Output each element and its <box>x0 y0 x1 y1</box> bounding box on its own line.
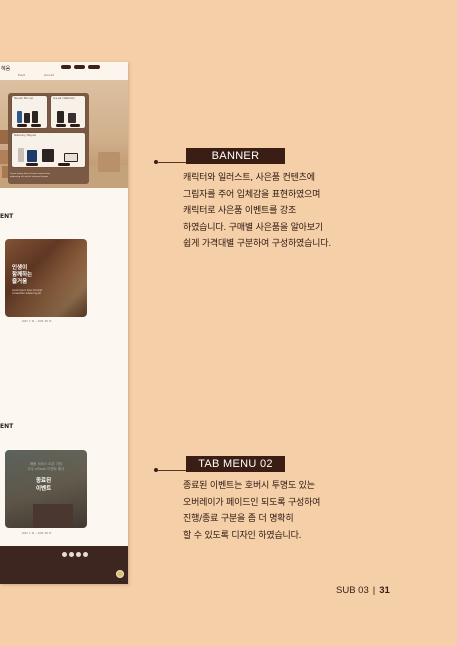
product-tumbler-icon <box>17 111 22 123</box>
product-notebook-icon <box>57 111 64 123</box>
page-footer: SUB 03 | 31 <box>336 585 390 596</box>
website-mockup: 혜움 Event Account Tea set / Mini cup Cup … <box>0 62 128 584</box>
mock-login-button[interactable] <box>61 65 71 69</box>
mock-footer <box>0 546 128 584</box>
ongoing-event-title-line: 즐거움 <box>12 279 28 285</box>
ended-event-title-line: 종료된 <box>36 478 52 484</box>
banner-character-icon <box>0 130 8 144</box>
ongoing-event-title-line: 인생이 <box>12 265 28 271</box>
product-mug-icon <box>27 150 37 162</box>
ended-event-book-stack-icon <box>33 504 73 528</box>
product-card-title: Tea set / Mini cup <box>14 97 33 100</box>
mock-join-button[interactable] <box>74 65 85 69</box>
mock-cart-button[interactable] <box>88 65 100 69</box>
tab-menu-leader-line <box>157 470 186 471</box>
ongoing-event-description: Lorem ipsum dolor sit amet consectetur a… <box>12 289 43 295</box>
product-bag-icon <box>42 149 54 162</box>
ongoing-event-date: 2023. 7. 01 ~ 2023. 08. 31 <box>22 320 52 323</box>
product-price-tag <box>26 163 38 166</box>
top-button-icon[interactable] <box>116 570 124 578</box>
mock-nav-item[interactable]: Account <box>44 74 54 77</box>
mock-nav-item[interactable]: Event <box>18 74 25 77</box>
ended-event-section-title: ENT <box>0 423 14 430</box>
tab-menu-label: TAB MENU 02 <box>186 456 285 472</box>
ended-event-date: 2023. 7. 01 ~ 2023. 08. 31 <box>22 532 52 535</box>
mock-banner: Tea set / Mini cup Cup set / Stationery … <box>0 80 128 188</box>
product-pouch-icon <box>68 113 76 123</box>
mock-header: 혜움 Event Account <box>0 62 128 80</box>
product-price-tag <box>58 163 70 166</box>
ongoing-event-section-title: ENT <box>0 213 14 220</box>
product-card-title: Cup set / Stationery <box>53 97 75 100</box>
footer-separator: | <box>372 585 376 596</box>
mock-logo: 혜움 <box>1 66 11 72</box>
product-bottle-icon <box>32 111 38 123</box>
ongoing-event-title-line: 함께하는 <box>12 272 33 278</box>
ended-event-title-line: 이벤트 <box>36 486 52 492</box>
tab-menu-description: 종료된 이벤트는 호버시 투명도 있는 오버레이가 페이드인 되도록 구성하여 … <box>183 481 321 541</box>
banner-caption: Lorem ipsum dolor sit amet consectetur a… <box>10 173 51 178</box>
ended-event-faded-line: 우두 eBook 이벤트 행사 <box>27 467 65 471</box>
banner-description: 캐릭터와 일러스트, 사은품 컨텐츠에 그림자를 주어 입체감을 표현하였으며 … <box>183 173 332 249</box>
social-icon[interactable] <box>76 552 81 557</box>
product-tumbler-icon <box>18 148 24 162</box>
product-card-set-icon <box>64 153 78 162</box>
social-icon[interactable] <box>69 552 74 557</box>
product-cup-icon <box>24 113 30 123</box>
product-price-tag <box>31 124 41 127</box>
product-card[interactable]: Stationery / Bag set <box>12 133 85 167</box>
page-number: 31 <box>379 585 390 596</box>
banner-product-board: Tea set / Mini cup Cup set / Stationery … <box>8 93 89 184</box>
product-card[interactable]: Cup set / Stationery <box>51 96 85 128</box>
ongoing-event-card[interactable]: 인생이 함께하는 즐거움 Lorem ipsum dolor sit amet … <box>5 239 87 317</box>
product-card-title: Stationery / Bag set <box>14 134 36 137</box>
banner-label: BANNER <box>186 148 285 164</box>
social-icon[interactable] <box>62 552 67 557</box>
section-name: SUB 03 <box>336 585 369 596</box>
ended-event-card[interactable]: 혜움 서비스 오픈 기념 우두 eBook 이벤트 행사 종료된 이벤트 <box>5 450 87 528</box>
product-card[interactable]: Tea set / Mini cup <box>12 96 47 128</box>
banner-leader-line <box>157 162 186 163</box>
banner-gift-box-icon <box>98 152 120 172</box>
social-icon[interactable] <box>83 552 88 557</box>
product-price-tag <box>70 124 80 127</box>
product-price-tag <box>17 124 27 127</box>
product-price-tag <box>56 124 66 127</box>
